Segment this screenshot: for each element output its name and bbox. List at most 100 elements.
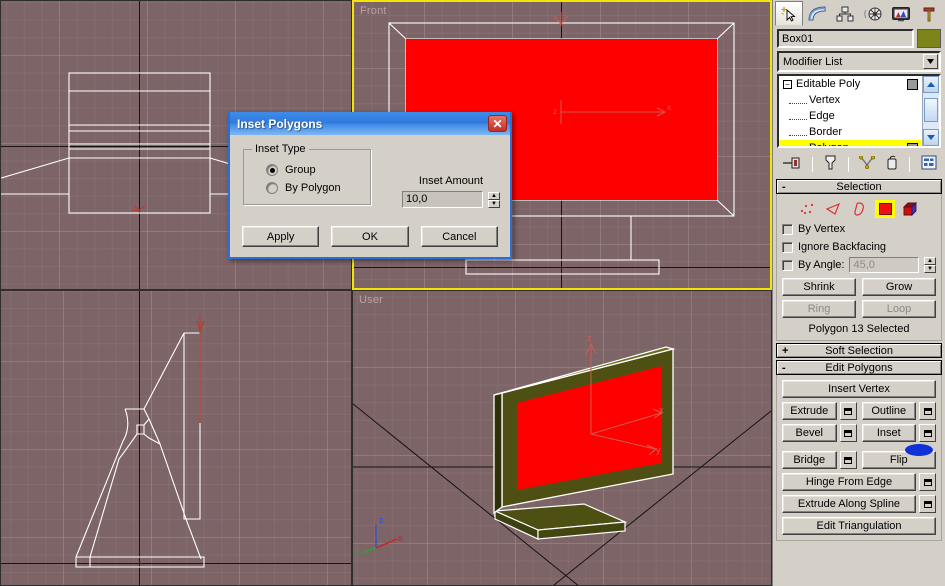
stack-item-polygon[interactable]: Polygon: [779, 140, 921, 146]
stack-toggle-box[interactable]: [907, 79, 918, 90]
object-color-swatch[interactable]: [917, 29, 941, 48]
polygon-icon[interactable]: [875, 200, 895, 218]
spinner-up-icon[interactable]: ▲: [488, 191, 500, 200]
stack-item-label: Editable Poly: [796, 78, 861, 90]
by-vertex-row[interactable]: By Vertex: [782, 220, 936, 238]
dialog-title: Inset Polygons: [237, 116, 323, 131]
shrink-button[interactable]: Shrink: [782, 278, 856, 296]
extrude-settings-icon[interactable]: [839, 402, 857, 420]
pin-stack-icon[interactable]: [781, 156, 801, 173]
loop-button[interactable]: Loop: [862, 300, 936, 318]
inset-button[interactable]: Inset: [861, 424, 916, 442]
bridge-button[interactable]: Bridge: [782, 451, 837, 469]
by-polygon-radio[interactable]: [266, 182, 278, 194]
ring-button[interactable]: Ring: [782, 300, 856, 318]
rollout-expander[interactable]: -: [782, 362, 786, 374]
inset-amount-spinner[interactable]: ▲ ▼: [488, 191, 500, 208]
by-angle-field[interactable]: 45,0: [849, 257, 919, 273]
scrollbar-thumb[interactable]: [924, 98, 938, 122]
ignore-backfacing-checkbox[interactable]: [782, 241, 793, 253]
spinner-down-icon[interactable]: ▼: [488, 199, 500, 208]
by-angle-spinner[interactable]: ▲ ▼: [924, 257, 936, 273]
spinner-down-icon[interactable]: ▼: [924, 265, 936, 273]
viewport-left[interactable]: [0, 290, 352, 586]
cancel-button[interactable]: Cancel: [420, 226, 498, 247]
show-end-result-icon[interactable]: [824, 155, 837, 173]
bevel-settings-icon[interactable]: [839, 424, 857, 442]
utilities-tab[interactable]: [915, 1, 943, 26]
modify-tab[interactable]: [803, 1, 831, 26]
configure-modifier-sets-icon[interactable]: [921, 155, 937, 173]
inset-settings-icon[interactable]: [919, 424, 936, 442]
hinge-from-edge-settings-icon[interactable]: [919, 473, 936, 491]
object-name-field[interactable]: Box01: [777, 29, 914, 48]
by-angle-checkbox[interactable]: [782, 259, 793, 271]
stack-toggle-box[interactable]: [907, 143, 918, 146]
modifier-list-dropdown[interactable]: Modifier List: [777, 51, 941, 72]
inset-type-by-polygon-option[interactable]: By Polygon: [266, 182, 370, 194]
stack-item-border[interactable]: Border: [779, 124, 921, 140]
hinge-from-edge-button[interactable]: Hinge From Edge: [782, 473, 916, 491]
bevel-button[interactable]: Bevel: [782, 424, 837, 442]
stack-item-editable-poly[interactable]: − Editable Poly: [779, 76, 921, 92]
rollout-header-selection[interactable]: - Selection: [776, 179, 942, 194]
extrude-along-spline-settings-icon[interactable]: [919, 495, 936, 513]
extrude-button[interactable]: Extrude: [782, 402, 837, 420]
inset-type-group-option[interactable]: Group: [266, 164, 370, 176]
chevron-down-icon[interactable]: [923, 54, 938, 69]
inset-amount-label: Inset Amount: [418, 175, 484, 187]
make-unique-icon[interactable]: [859, 154, 876, 173]
viewport-user[interactable]: z x y z x y User: [352, 290, 772, 586]
scroll-up-icon[interactable]: [923, 76, 939, 93]
motion-tab[interactable]: [859, 1, 887, 26]
shrink-grow-row: Shrink Grow: [782, 278, 936, 296]
outline-button[interactable]: Outline: [861, 402, 916, 420]
apply-button[interactable]: Apply: [242, 226, 320, 247]
spinner-up-icon[interactable]: ▲: [924, 257, 936, 265]
3dsmax-window: x z Front z x y z x y User Box01 Modifie…: [0, 0, 945, 586]
edge-icon[interactable]: [823, 200, 843, 218]
hammer-icon: [923, 7, 935, 21]
stack-scrollbar[interactable]: [922, 76, 939, 146]
scroll-down-icon[interactable]: [923, 129, 939, 146]
by-angle-row[interactable]: By Angle: 45,0 ▲ ▼: [782, 256, 936, 274]
border-icon[interactable]: [849, 200, 869, 218]
inset-amount-field[interactable]: 10,0: [402, 191, 483, 208]
tree-dash: [789, 144, 807, 146]
close-icon[interactable]: ✕: [488, 115, 507, 132]
ignore-backfacing-row[interactable]: Ignore Backfacing: [782, 238, 936, 256]
sub-object-level-icons: [782, 198, 936, 220]
create-tab[interactable]: [775, 1, 803, 26]
stack-item-edge[interactable]: Edge: [779, 108, 921, 124]
insert-vertex-button[interactable]: Insert Vertex: [782, 380, 936, 398]
by-polygon-label: By Polygon: [285, 182, 341, 194]
ignore-backfacing-label: Ignore Backfacing: [798, 241, 887, 253]
rollout-header-soft-selection[interactable]: + Soft Selection: [776, 343, 942, 358]
stack-item-vertex[interactable]: Vertex: [779, 92, 921, 108]
display-tab[interactable]: [887, 1, 915, 26]
extrude-along-spline-button[interactable]: Extrude Along Spline: [782, 495, 916, 513]
hinge-from-edge-row: Hinge From Edge: [782, 473, 936, 491]
rollout-expander[interactable]: +: [782, 345, 788, 357]
dialog-body: Inset Type Group By Polygon Inset Amount…: [230, 135, 510, 259]
by-vertex-checkbox[interactable]: [782, 223, 793, 235]
bevel-inset-row: Bevel Inset: [782, 424, 936, 456]
rollout-header-edit-polygons[interactable]: - Edit Polygons: [776, 360, 942, 375]
element-icon[interactable]: [901, 200, 921, 218]
outline-settings-icon[interactable]: [919, 402, 936, 420]
collapse-icon[interactable]: −: [783, 79, 792, 89]
vertex-icon[interactable]: [797, 200, 817, 218]
bridge-settings-icon[interactable]: [839, 451, 857, 469]
svg-text:z: z: [553, 107, 557, 116]
ok-button[interactable]: OK: [331, 226, 409, 247]
ring-loop-row: Ring Loop: [782, 300, 936, 318]
dialog-title-bar[interactable]: Inset Polygons ✕: [230, 112, 510, 135]
remove-modifier-icon[interactable]: [886, 155, 898, 173]
rollout-expander[interactable]: -: [782, 181, 786, 193]
stack-item-label: Vertex: [809, 94, 841, 106]
edit-triangulation-button[interactable]: Edit Triangulation: [782, 517, 936, 535]
hierarchy-tab[interactable]: [831, 1, 859, 26]
motion-wheel-icon: [864, 7, 882, 20]
grow-button[interactable]: Grow: [862, 278, 936, 296]
group-radio[interactable]: [266, 164, 278, 176]
